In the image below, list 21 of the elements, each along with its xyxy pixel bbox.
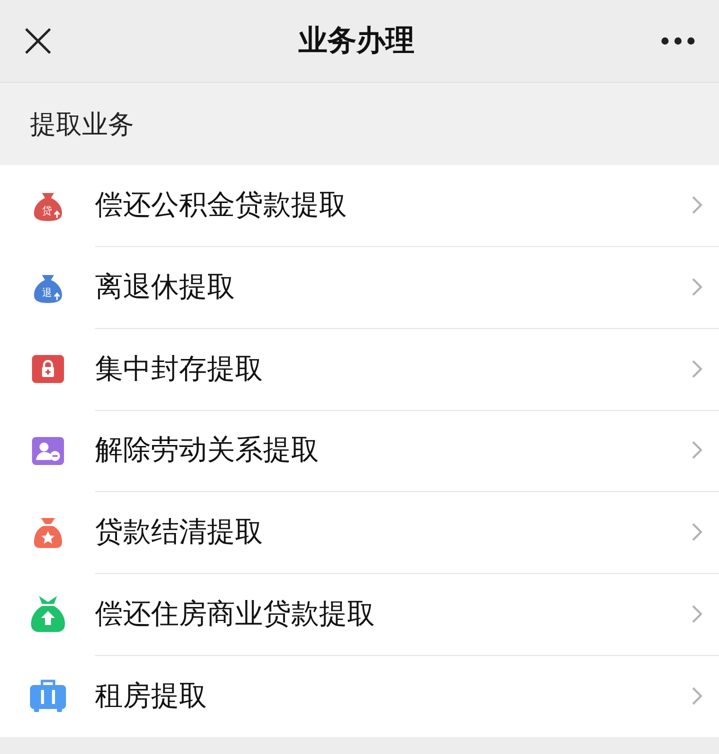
chevron-icon [691,440,703,460]
more-button[interactable] [661,37,695,45]
chevron-icon [691,358,703,379]
item-label: 贷款结清提取 [95,514,264,550]
more-icon [661,37,695,45]
item-label: 离退休提取 [95,269,236,306]
item-label: 解除劳动关系提取 [95,432,320,468]
item-label: 集中封存提取 [95,350,264,387]
item-label: 租房提取 [95,678,208,714]
close-button[interactable] [24,27,52,55]
item-label: 偿还公积金贷款提取 [95,187,348,224]
close-icon [24,27,52,55]
section-title: 提取业务 [30,108,134,142]
chevron-icon [691,522,703,542]
window-title: 业务办理 [298,22,414,59]
chevron-icon [691,604,703,624]
chevron-icon [691,686,703,706]
list-item[interactable]: 租房提取 [0,655,719,737]
item-label: 偿还住房商业贷款提取 [95,596,376,632]
chevron-icon [691,195,703,216]
chevron-icon [691,277,703,298]
